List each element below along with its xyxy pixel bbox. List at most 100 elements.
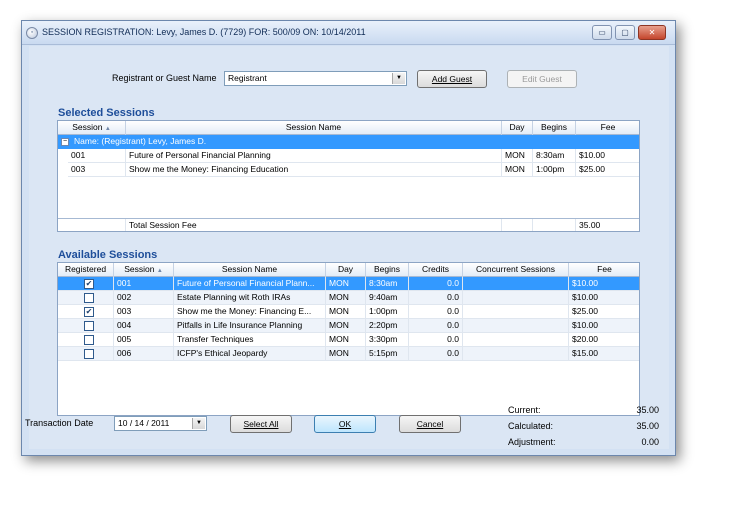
cell-begins: 8:30am <box>533 149 576 163</box>
cell-begins: 2:20pm <box>366 319 409 333</box>
available-sessions-grid[interactable]: Registered Session ▲ Session Name Day Be… <box>57 262 640 416</box>
cancel-button[interactable]: Cancel <box>399 415 461 433</box>
col-begins-header[interactable]: Begins <box>366 263 409 277</box>
cell-session: 001 <box>114 277 174 291</box>
cell-session: 006 <box>114 347 174 361</box>
select-all-label: Select All <box>243 419 279 429</box>
close-button[interactable]: ✕ <box>638 25 666 40</box>
cell-credits: 0.0 <box>409 291 463 305</box>
add-guest-button[interactable]: Add Guest <box>417 70 487 88</box>
selected-sessions-grid[interactable]: Session ▲ Session Name Day Begins Fee − … <box>57 120 640 232</box>
total-spacer <box>58 219 126 231</box>
col-fee-header[interactable]: Fee <box>569 263 639 277</box>
cell-day: MON <box>502 163 533 177</box>
title-bar[interactable]: ◦ SESSION REGISTRATION: Levy, James D. (… <box>22 21 675 45</box>
col-day-header[interactable]: Day <box>502 121 533 135</box>
cell-concurrent <box>463 277 569 291</box>
cell-name: Estate Planning wit Roth IRAs <box>174 291 326 305</box>
cell-concurrent <box>463 305 569 319</box>
col-concurrent-header[interactable]: Concurrent Sessions <box>463 263 569 277</box>
sort-asc-icon: ▲ <box>104 126 111 132</box>
calendar-dropdown-icon[interactable]: ▼ <box>192 418 205 429</box>
table-row[interactable]: 004 Pitfalls in Life Insurance Planning MO… <box>58 319 639 333</box>
collapse-icon[interactable]: − <box>61 138 69 146</box>
edit-guest-label: Edit Guest <box>522 74 562 84</box>
table-row[interactable]: ✔ 001 Future of Personal Financial Plann..… <box>58 277 639 291</box>
app-icon[interactable]: ◦ <box>26 27 38 39</box>
registered-checkbox[interactable] <box>84 335 94 345</box>
cell-fee: $10.00 <box>569 319 639 333</box>
col-session-header[interactable]: Session ▲ <box>114 263 174 277</box>
col-credits-header[interactable]: Credits <box>409 263 463 277</box>
cell-registered: ✔ <box>58 277 114 291</box>
registered-checkbox[interactable] <box>84 321 94 331</box>
cell-registered <box>58 319 114 333</box>
cell-begins: 3:30pm <box>366 333 409 347</box>
total-spacer-begins <box>533 219 576 231</box>
total-row: Total Session Fee 35.00 <box>58 218 639 231</box>
col-registered-header[interactable]: Registered <box>58 263 114 277</box>
col-session-name-header[interactable]: Session Name <box>174 263 326 277</box>
table-row[interactable]: 003 Show me the Money: Financing Educati… <box>58 163 639 177</box>
registrant-select-value: Registrant <box>228 73 267 83</box>
table-row[interactable]: 006 ICFP's Ethical Jeopardy MON 5:15pm 0.0 $1… <box>58 347 639 361</box>
available-grid-header: Registered Session ▲ Session Name Day Be… <box>58 263 639 277</box>
cell-registered <box>58 347 114 361</box>
cell-name: Transfer Techniques <box>174 333 326 347</box>
selected-sessions-title: Selected Sessions <box>58 107 155 119</box>
cell-begins: 1:00pm <box>366 305 409 319</box>
calculated-label: Calculated: <box>508 421 554 431</box>
transaction-date-label: Transaction Date <box>25 418 94 428</box>
registered-checkbox[interactable]: ✔ <box>84 279 94 289</box>
table-row[interactable]: 001 Future of Personal Financial Plannin… <box>58 149 639 163</box>
calculated-value: 35.00 <box>636 421 659 431</box>
cell-concurrent <box>463 319 569 333</box>
cell-name: Future of Personal Financial Plann... <box>174 277 326 291</box>
col-session-header[interactable]: Session ▲ <box>58 121 126 135</box>
cell-fee: $20.00 <box>569 333 639 347</box>
cell-session: 001 <box>68 149 126 163</box>
registrant-label: Registrant or Guest Name <box>112 73 217 83</box>
col-session-name-header[interactable]: Session Name <box>126 121 502 135</box>
cell-session: 005 <box>114 333 174 347</box>
registrant-select[interactable]: Registrant ▼ <box>224 71 407 86</box>
table-row[interactable]: ✔ 003 Show me the Money: Financing E... MON… <box>58 305 639 319</box>
select-all-button[interactable]: Select All <box>230 415 292 433</box>
cell-name: ICFP's Ethical Jeopardy <box>174 347 326 361</box>
ok-label: OK <box>338 419 352 429</box>
edit-guest-button[interactable]: Edit Guest <box>507 70 577 88</box>
maximize-button[interactable]: ▢ <box>615 25 635 40</box>
total-spacer-day <box>502 219 533 231</box>
table-row[interactable]: 005 Transfer Techniques MON 3:30pm 0.0 $20.00 <box>58 333 639 347</box>
cancel-label: Cancel <box>416 419 444 429</box>
table-row[interactable]: 002 Estate Planning wit Roth IRAs MON 9:40a… <box>58 291 639 305</box>
cell-session: 004 <box>114 319 174 333</box>
cell-fee: $10.00 <box>569 291 639 305</box>
cell-name: Show me the Money: Financing E... <box>174 305 326 319</box>
chevron-down-icon[interactable]: ▼ <box>392 73 405 84</box>
transaction-date-picker[interactable]: 10 / 14 / 2011 ▼ <box>114 416 207 431</box>
registered-checkbox[interactable] <box>84 293 94 303</box>
transaction-date-value: 10 / 14 / 2011 <box>118 418 170 428</box>
cell-credits: 0.0 <box>409 347 463 361</box>
cell-credits: 0.0 <box>409 333 463 347</box>
registered-checkbox[interactable]: ✔ <box>84 307 94 317</box>
cell-day: MON <box>326 291 366 305</box>
registered-checkbox[interactable] <box>84 349 94 359</box>
cell-session: 003 <box>114 305 174 319</box>
cell-fee: $10.00 <box>576 149 639 163</box>
cell-begins: 5:15pm <box>366 347 409 361</box>
adjustment-value: 0.00 <box>641 437 659 447</box>
cell-begins: 8:30am <box>366 277 409 291</box>
cell-session: 002 <box>114 291 174 305</box>
col-fee-header[interactable]: Fee <box>576 121 639 135</box>
current-label: Current: <box>508 405 541 415</box>
cell-fee: $25.00 <box>576 163 639 177</box>
group-row-label: Name: (Registrant) Levy, James D. <box>74 136 207 146</box>
col-begins-header[interactable]: Begins <box>533 121 576 135</box>
ok-button[interactable]: OK <box>314 415 376 433</box>
group-row-registrant[interactable]: − Name: (Registrant) Levy, James D. <box>58 135 639 149</box>
col-day-header[interactable]: Day <box>326 263 366 277</box>
cell-registered <box>58 333 114 347</box>
minimize-button[interactable]: ▭ <box>592 25 612 40</box>
